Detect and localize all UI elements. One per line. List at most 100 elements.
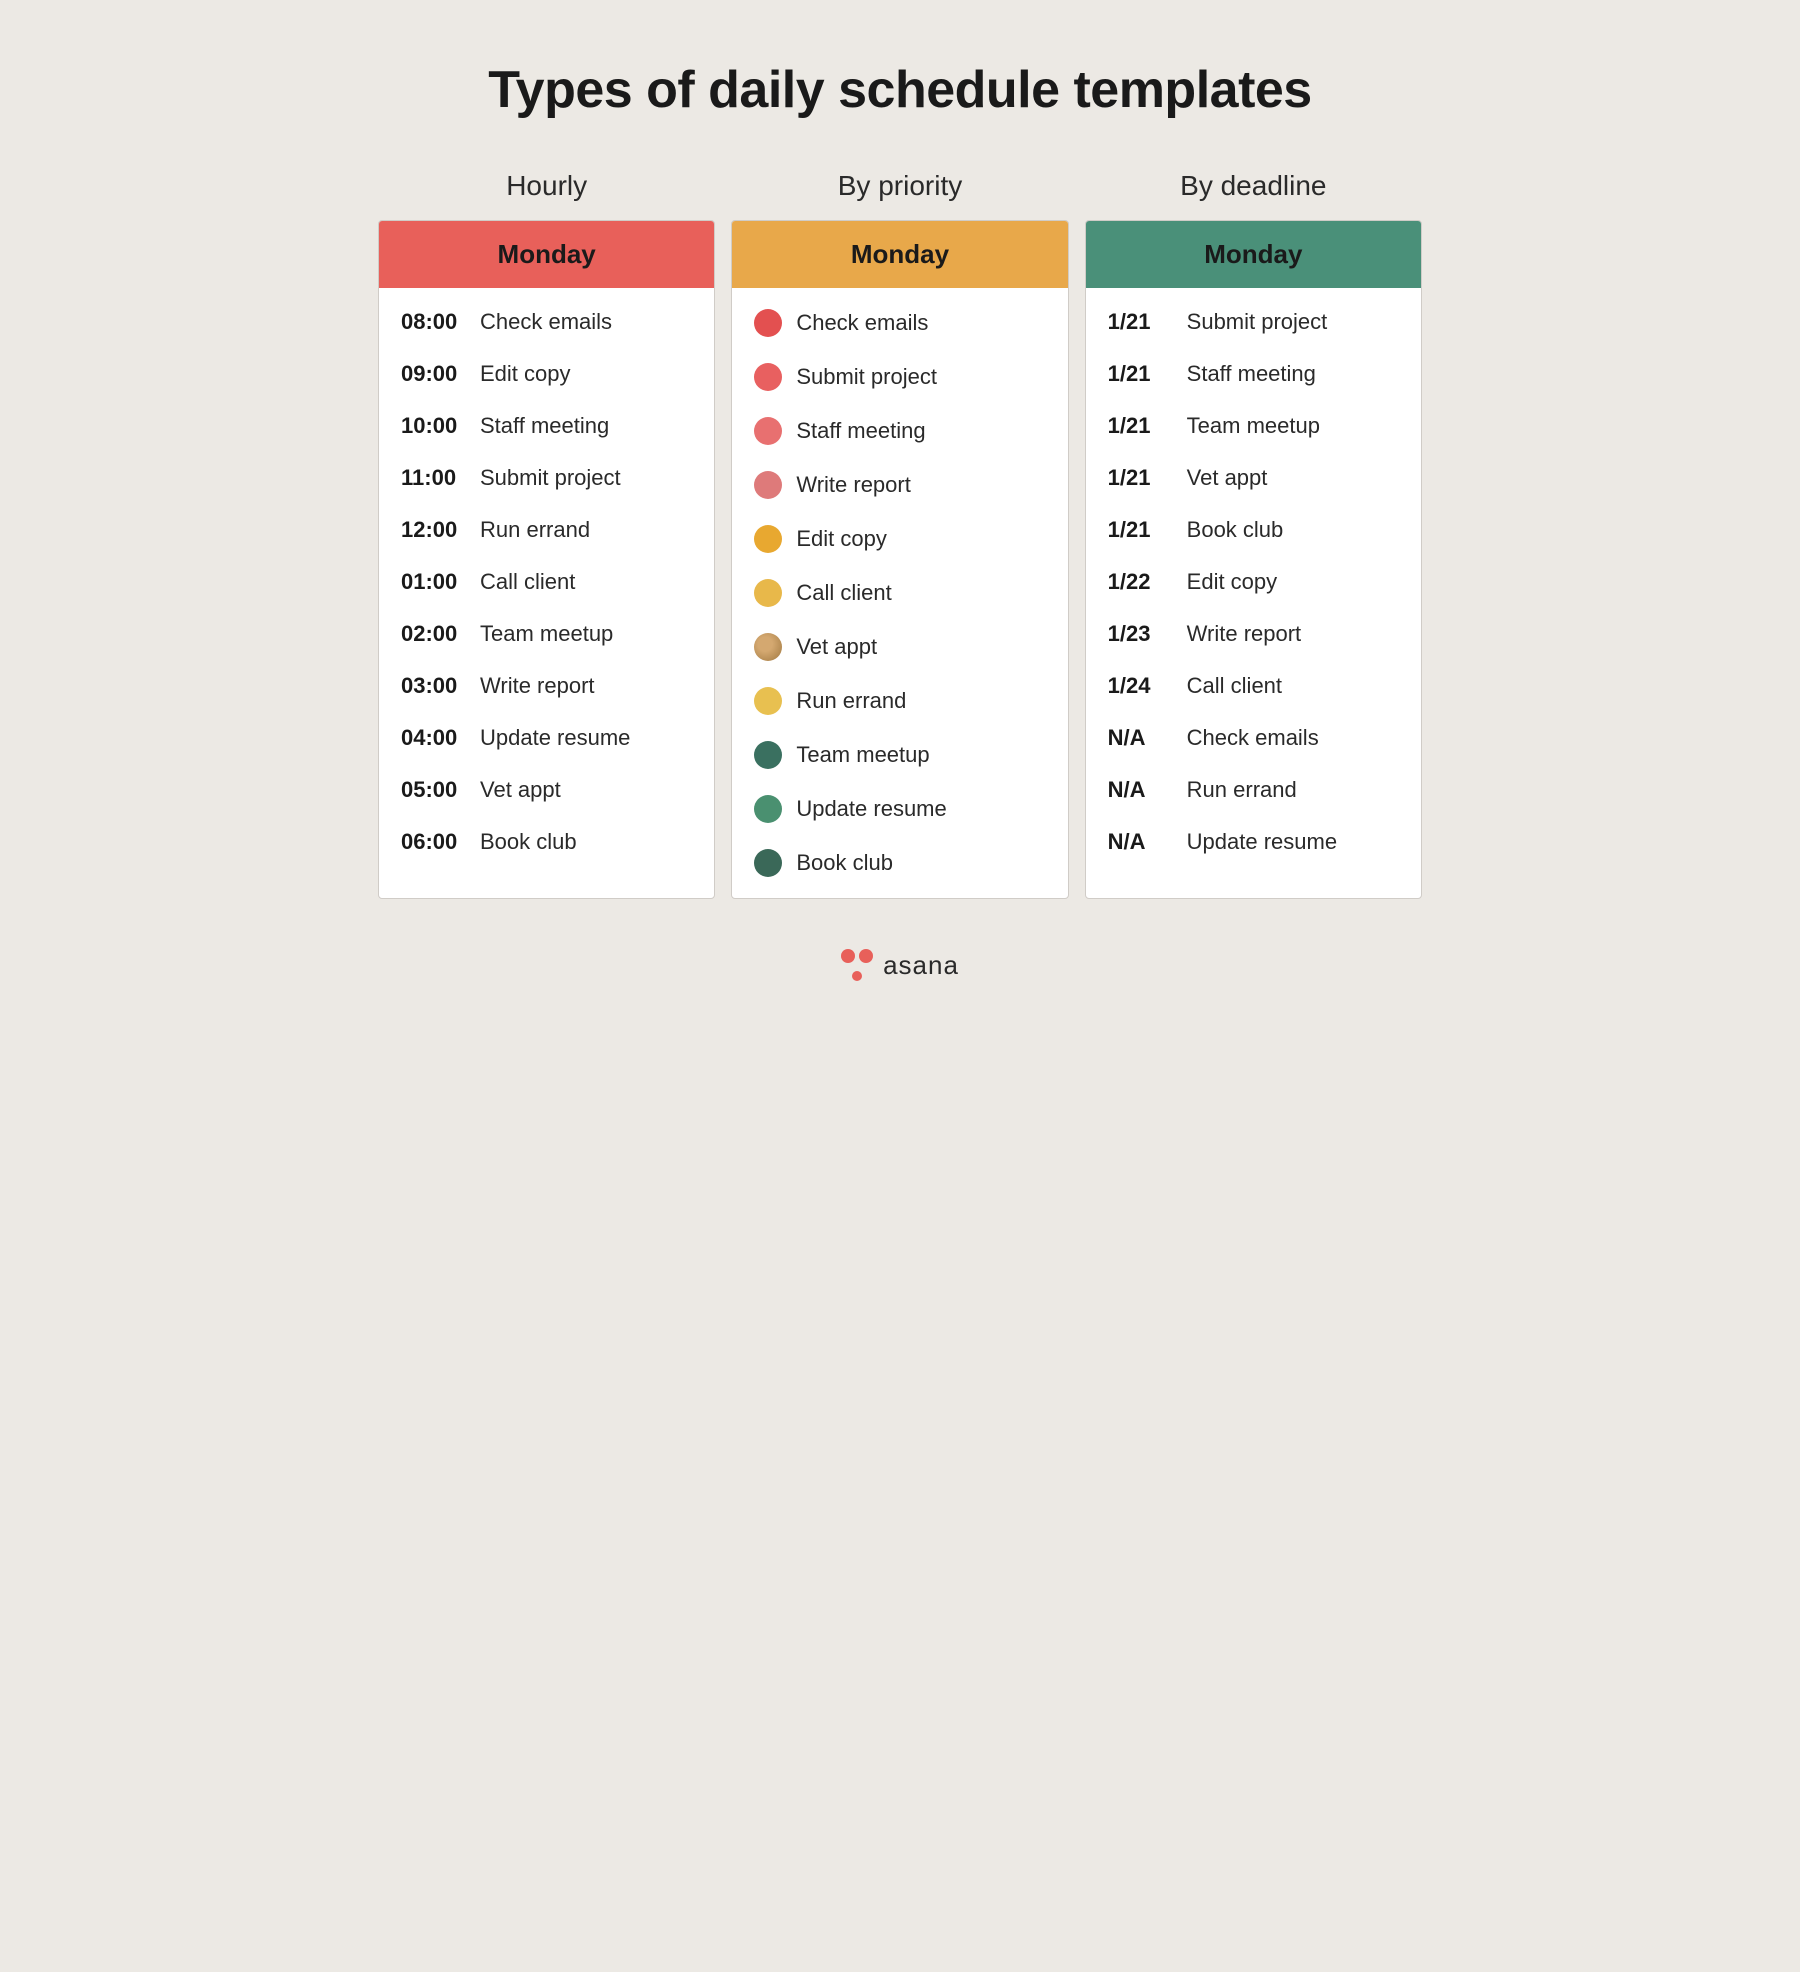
item-time: 03:00: [401, 673, 466, 699]
column-body-priority: Check emails Submit project Staff meeting W…: [732, 288, 1067, 898]
item-label: Vet appt: [1187, 465, 1268, 491]
item-label: Check emails: [796, 310, 928, 336]
item-label: Submit project: [796, 364, 937, 390]
list-item: Run errand: [732, 674, 1067, 728]
item-label: Staff meeting: [1187, 361, 1316, 387]
asana-top-row: [841, 949, 873, 963]
list-item: 12:00 Run errand: [379, 504, 714, 556]
item-time: N/A: [1108, 725, 1173, 751]
item-label: Vet appt: [480, 777, 561, 803]
priority-dot: [754, 687, 782, 715]
priority-dot: [754, 417, 782, 445]
list-item: Update resume: [732, 782, 1067, 836]
asana-icon-cluster: [841, 949, 873, 981]
item-label: Call client: [1187, 673, 1282, 699]
header-label-priority: By priority: [731, 170, 1068, 220]
list-item: 06:00 Book club: [379, 816, 714, 868]
list-item: Staff meeting: [732, 404, 1067, 458]
list-item: 1/21 Vet appt: [1086, 452, 1421, 504]
item-label: Book club: [480, 829, 577, 855]
item-time: N/A: [1108, 829, 1173, 855]
list-item: 1/21 Team meetup: [1086, 400, 1421, 452]
item-label: Update resume: [796, 796, 946, 822]
item-time: 1/22: [1108, 569, 1173, 595]
item-time: 11:00: [401, 465, 466, 491]
column-deadline: Monday 1/21 Submit project 1/21 Staff me…: [1085, 220, 1422, 899]
list-item: 01:00 Call client: [379, 556, 714, 608]
item-time: N/A: [1108, 777, 1173, 803]
priority-dot: [754, 579, 782, 607]
item-time: 08:00: [401, 309, 466, 335]
list-item: 1/21 Book club: [1086, 504, 1421, 556]
column-header-monday-hourly: Monday: [379, 221, 714, 288]
list-item: N/A Check emails: [1086, 712, 1421, 764]
columns-container: Monday 08:00 Check emails 09:00 Edit cop…: [370, 220, 1430, 899]
item-label: Run errand: [480, 517, 590, 543]
item-label: Edit copy: [796, 526, 887, 552]
item-time: 05:00: [401, 777, 466, 803]
priority-dot: [754, 795, 782, 823]
list-item: 10:00 Staff meeting: [379, 400, 714, 452]
column-header-monday-deadline: Monday: [1086, 221, 1421, 288]
item-label: Run errand: [796, 688, 906, 714]
priority-dot: [754, 525, 782, 553]
item-time: 1/21: [1108, 413, 1173, 439]
asana-logo-icon: [841, 949, 873, 981]
list-item: 1/23 Write report: [1086, 608, 1421, 660]
list-item: Write report: [732, 458, 1067, 512]
list-item: 1/22 Edit copy: [1086, 556, 1421, 608]
item-time: 09:00: [401, 361, 466, 387]
list-item: Edit copy: [732, 512, 1067, 566]
item-label: Staff meeting: [796, 418, 925, 444]
column-body-deadline: 1/21 Submit project 1/21 Staff meeting 1…: [1086, 288, 1421, 898]
priority-dot: [754, 363, 782, 391]
list-item: 05:00 Vet appt: [379, 764, 714, 816]
item-label: Book club: [1187, 517, 1284, 543]
item-label: Submit project: [480, 465, 621, 491]
list-item: 11:00 Submit project: [379, 452, 714, 504]
item-label: Vet appt: [796, 634, 877, 660]
item-label: Write report: [480, 673, 595, 699]
list-item: Submit project: [732, 350, 1067, 404]
item-label: Check emails: [480, 309, 612, 335]
item-label: Staff meeting: [480, 413, 609, 439]
item-label: Call client: [480, 569, 575, 595]
item-label: Check emails: [1187, 725, 1319, 751]
item-time: 1/21: [1108, 361, 1173, 387]
header-label-deadline: By deadline: [1085, 170, 1422, 220]
item-label: Team meetup: [796, 742, 929, 768]
item-time: 1/21: [1108, 465, 1173, 491]
list-item: Call client: [732, 566, 1067, 620]
item-time: 04:00: [401, 725, 466, 751]
list-item: Vet appt: [732, 620, 1067, 674]
item-label: Update resume: [480, 725, 630, 751]
item-label: Book club: [796, 850, 893, 876]
priority-dot: [754, 849, 782, 877]
column-priority: Monday Check emails Submit project Staff m…: [731, 220, 1068, 899]
item-label: Call client: [796, 580, 891, 606]
asana-dot-bottom: [852, 971, 862, 981]
asana-dot-left: [841, 949, 855, 963]
priority-dot: [754, 633, 782, 661]
column-body-hourly: 08:00 Check emails 09:00 Edit copy 10:00…: [379, 288, 714, 898]
list-item: 09:00 Edit copy: [379, 348, 714, 400]
column-header-monday-priority: Monday: [732, 221, 1067, 288]
page-title: Types of daily schedule templates: [370, 60, 1430, 120]
asana-footer: asana: [370, 949, 1430, 981]
page-wrapper: Types of daily schedule templates Hourly…: [370, 40, 1430, 981]
item-time: 1/21: [1108, 309, 1173, 335]
list-item: 1/24 Call client: [1086, 660, 1421, 712]
column-header-labels: Hourly By priority By deadline: [370, 170, 1430, 220]
item-time: 1/21: [1108, 517, 1173, 543]
item-label: Update resume: [1187, 829, 1337, 855]
list-item: 1/21 Submit project: [1086, 296, 1421, 348]
priority-dot: [754, 309, 782, 337]
list-item: 04:00 Update resume: [379, 712, 714, 764]
item-time: 1/24: [1108, 673, 1173, 699]
column-hourly: Monday 08:00 Check emails 09:00 Edit cop…: [378, 220, 715, 899]
item-label: Edit copy: [1187, 569, 1278, 595]
item-time: 02:00: [401, 621, 466, 647]
asana-brand-name: asana: [883, 950, 959, 981]
list-item: Team meetup: [732, 728, 1067, 782]
list-item: 1/21 Staff meeting: [1086, 348, 1421, 400]
